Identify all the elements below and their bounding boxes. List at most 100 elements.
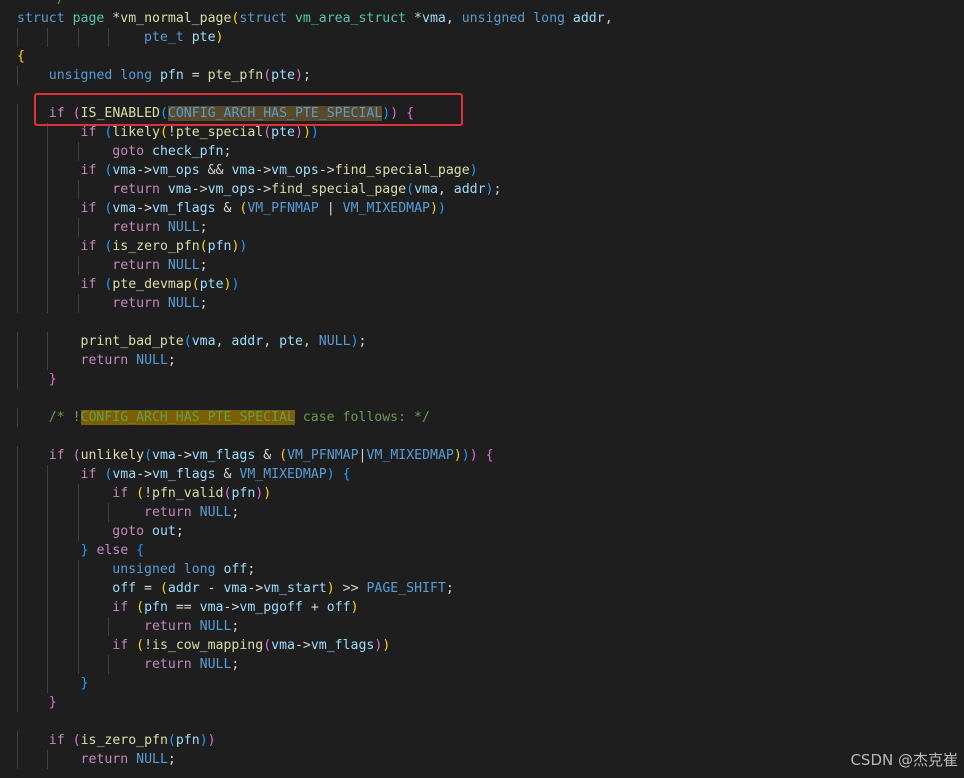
watermark: CSDN @杰克崔 xyxy=(850,751,958,769)
code-line[interactable]: return NULL; xyxy=(17,503,613,522)
code-line[interactable]: print_bad_pte(vma, addr, pte, NULL); xyxy=(17,332,613,351)
indent-guide xyxy=(47,142,49,161)
code-line[interactable]: if (is_zero_pfn(pfn)) xyxy=(17,731,613,750)
indent-guide xyxy=(17,218,18,237)
code-line[interactable]: if (likely(!pte_special(pte))) xyxy=(17,123,613,142)
code-line[interactable]: return vma->vm_ops->find_special_page(vm… xyxy=(17,180,613,199)
code-line[interactable]: } else { xyxy=(17,541,613,560)
code-line[interactable]: return NULL; xyxy=(17,218,613,237)
code-line[interactable] xyxy=(17,313,613,332)
code-line[interactable]: off = (addr - vma->vm_start) >> PAGE_SHI… xyxy=(17,579,613,598)
code-line[interactable]: if (unlikely(vma->vm_flags & (VM_PFNMAP|… xyxy=(17,446,613,465)
indent-guide xyxy=(77,142,79,161)
indent-guide xyxy=(47,522,49,541)
code-line[interactable]: return NULL; xyxy=(17,294,613,313)
code-line[interactable]: if (IS_ENABLED(CONFIG_ARCH_HAS_PTE_SPECI… xyxy=(17,104,613,123)
indent-guide xyxy=(17,541,18,560)
indent-guide xyxy=(47,560,49,579)
indent-guide xyxy=(17,199,18,218)
code-line[interactable]: if (pte_devmap(pte)) xyxy=(17,275,613,294)
indent-guide xyxy=(17,275,18,294)
indent-guide xyxy=(108,28,110,47)
code-line[interactable]: if (vma->vm_flags & VM_MIXEDMAP) { xyxy=(17,465,613,484)
indent-guide xyxy=(17,522,18,541)
indent-guide xyxy=(17,370,18,389)
indent-guide xyxy=(17,617,18,636)
indent-guide xyxy=(77,560,79,579)
indent-guide xyxy=(47,484,49,503)
indent-guide xyxy=(77,256,79,275)
code-line[interactable]: unsigned long pfn = pte_pfn(pte); xyxy=(17,66,613,85)
code-line[interactable]: goto out; xyxy=(17,522,613,541)
indent-guide xyxy=(17,446,18,465)
code-line[interactable]: return NULL; xyxy=(17,617,613,636)
code-line[interactable]: pte_t pte) xyxy=(17,28,613,47)
code-line[interactable]: if (!is_cow_mapping(vma->vm_flags)) xyxy=(17,636,613,655)
indent-guide xyxy=(47,218,49,237)
indent-guide xyxy=(47,332,49,351)
indent-guide xyxy=(17,598,18,617)
indent-guide xyxy=(17,636,18,655)
code-line[interactable]: unsigned long off; xyxy=(17,560,613,579)
indent-guide xyxy=(17,123,18,142)
code-line[interactable]: } xyxy=(17,693,613,712)
code-line[interactable] xyxy=(17,427,613,446)
code-line[interactable] xyxy=(17,85,613,104)
indent-guide xyxy=(77,598,79,617)
indent-guide xyxy=(47,161,49,180)
indent-guide xyxy=(77,522,79,541)
indent-guide xyxy=(108,655,110,674)
indent-guide xyxy=(17,674,18,693)
code-line[interactable]: if (vma->vm_ops && vma->vm_ops->find_spe… xyxy=(17,161,613,180)
code-line[interactable]: return NULL; xyxy=(17,351,613,370)
indent-guide xyxy=(17,560,18,579)
indent-guide xyxy=(47,598,49,617)
indent-guide xyxy=(47,294,49,313)
code-line[interactable]: */ xyxy=(17,0,613,9)
indent-guide xyxy=(17,503,18,522)
indent-guide xyxy=(17,332,18,351)
indent-guide xyxy=(17,750,18,769)
code-line[interactable]: if (!pfn_valid(pfn)) xyxy=(17,484,613,503)
code-line[interactable]: if (pfn == vma->vm_pgoff + off) xyxy=(17,598,613,617)
indent-guide xyxy=(77,503,79,522)
indent-guide xyxy=(17,351,18,370)
code-line[interactable] xyxy=(17,712,613,731)
code-line[interactable]: return NULL; xyxy=(17,256,613,275)
indent-guide xyxy=(17,579,18,598)
indent-guide xyxy=(17,237,18,256)
code-line[interactable] xyxy=(17,389,613,408)
indent-guide xyxy=(77,636,79,655)
indent-guide xyxy=(108,617,110,636)
indent-guide xyxy=(47,541,49,560)
indent-guide xyxy=(47,351,49,370)
indent-guide xyxy=(108,503,110,522)
indent-guide xyxy=(17,731,18,750)
code-line[interactable]: if (is_zero_pfn(pfn)) xyxy=(17,237,613,256)
code-line[interactable]: return NULL; xyxy=(17,655,613,674)
indent-guide xyxy=(47,503,49,522)
indent-guide xyxy=(47,28,49,47)
indent-guide xyxy=(77,218,79,237)
code-line[interactable]: /* !CONFIG_ARCH_HAS_PTE_SPECIAL case fol… xyxy=(17,408,613,427)
indent-guide xyxy=(77,294,79,313)
indent-guide xyxy=(47,617,49,636)
indent-guide xyxy=(17,408,18,427)
code-line[interactable]: { xyxy=(17,47,613,66)
code-line[interactable]: return NULL; xyxy=(17,750,613,769)
code-area[interactable]: */struct page *vm_normal_page(struct vm_… xyxy=(17,0,613,769)
indent-guide xyxy=(77,617,79,636)
indent-guide xyxy=(17,28,18,47)
indent-guide xyxy=(47,579,49,598)
code-line[interactable]: goto check_pfn; xyxy=(17,142,613,161)
code-line[interactable]: } xyxy=(17,674,613,693)
code-line[interactable]: if (vma->vm_flags & (VM_PFNMAP | VM_MIXE… xyxy=(17,199,613,218)
code-line[interactable]: } xyxy=(17,370,613,389)
indent-guide xyxy=(47,199,49,218)
code-line[interactable]: struct page *vm_normal_page(struct vm_ar… xyxy=(17,9,613,28)
indent-guide xyxy=(17,294,18,313)
indent-guide xyxy=(17,66,18,85)
indent-guide xyxy=(47,655,49,674)
indent-guide xyxy=(17,693,18,712)
code-editor[interactable]: */struct page *vm_normal_page(struct vm_… xyxy=(0,0,964,778)
